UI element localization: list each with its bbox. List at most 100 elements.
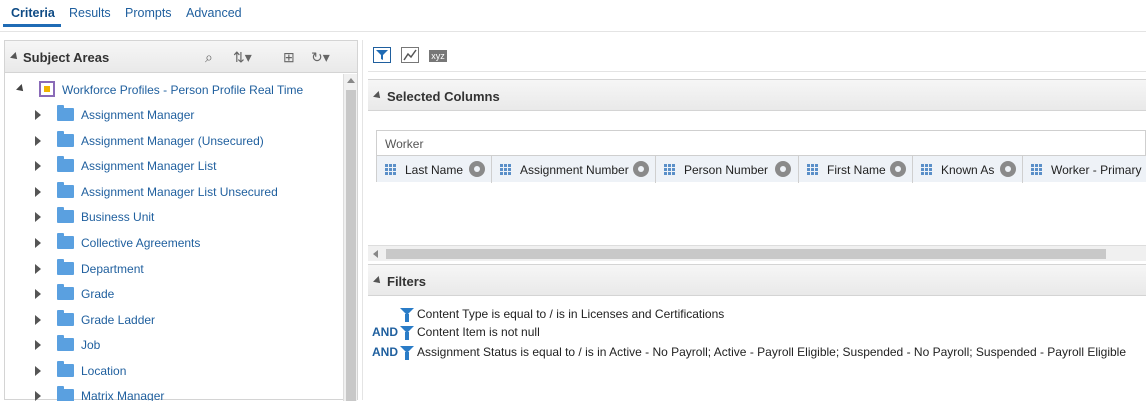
tab-prompts[interactable]: Prompts <box>125 6 172 20</box>
collapse-root-icon[interactable] <box>16 84 26 94</box>
folder-icon <box>57 361 74 377</box>
columns-horizontal-scrollbar[interactable] <box>368 245 1146 261</box>
column-row: Last Name Assignment Number Person Numbe… <box>377 155 1146 183</box>
expand-icon[interactable] <box>35 340 41 350</box>
folder-icon <box>57 131 74 147</box>
expand-icon[interactable] <box>35 289 41 299</box>
refresh-icon[interactable]: ↻▾ <box>311 49 330 66</box>
scroll-left-icon[interactable] <box>373 250 378 258</box>
column-icon <box>807 164 818 175</box>
gear-icon[interactable] <box>775 161 791 177</box>
collapse-subject-areas-icon[interactable] <box>10 52 20 62</box>
worker-column-group: Worker Last Name Assignment Number Perso… <box>376 130 1146 183</box>
tree-item-label: Grade <box>81 287 115 301</box>
gear-icon[interactable] <box>633 161 649 177</box>
column-icon <box>500 164 511 175</box>
tree-item-label: Department <box>81 262 144 276</box>
subject-areas-title: Subject Areas <box>23 50 110 65</box>
tree-item-label: Grade Ladder <box>81 313 156 327</box>
filter-icon[interactable] <box>373 47 391 63</box>
tree-item-label: Assignment Manager List Unsecured <box>81 185 278 199</box>
expand-icon[interactable] <box>35 187 41 197</box>
selected-columns-area: Worker Last Name Assignment Number Perso… <box>368 113 1146 261</box>
folder-icon <box>57 105 74 121</box>
filter-conjunction[interactable]: AND <box>372 325 398 339</box>
scroll-up-icon[interactable] <box>347 78 355 83</box>
tree-item-label: Assignment Manager (Unsecured) <box>81 134 264 148</box>
collapse-filters-icon[interactable] <box>373 276 383 286</box>
tab-advanced[interactable]: Advanced <box>186 6 242 20</box>
chart-edit-icon[interactable] <box>401 47 419 63</box>
filter-icon[interactable] <box>400 308 414 322</box>
folder-icon <box>57 233 74 249</box>
panel-divider[interactable] <box>362 40 363 400</box>
folder-icon <box>57 182 74 198</box>
filter-conjunction[interactable]: AND <box>372 345 398 359</box>
expand-icon[interactable] <box>35 161 41 171</box>
column-label: Last Name <box>405 163 464 177</box>
tree-item-label: Matrix Manager <box>81 389 165 401</box>
column-group-label: Worker <box>385 137 424 151</box>
subject-area-icon <box>39 81 55 97</box>
subject-area-tree: Workforce Profiles - Person Profile Real… <box>5 74 343 401</box>
filter-text: Content Item is not null <box>417 325 540 339</box>
tab-results[interactable]: Results <box>69 6 111 20</box>
column-label: Assignment Number <box>520 163 629 177</box>
filter-icon[interactable] <box>400 346 414 360</box>
folder-icon <box>57 284 74 300</box>
scroll-thumb[interactable] <box>346 90 356 401</box>
tree-item-label: Location <box>81 364 127 378</box>
folder-icon <box>57 335 74 351</box>
selected-columns-header: Selected Columns <box>368 79 1146 111</box>
folder-icon <box>57 156 74 172</box>
column-icon <box>921 164 932 175</box>
search-icon[interactable]: ⌕ <box>205 49 213 66</box>
column-icon <box>385 164 396 175</box>
tree-item-label: Job <box>81 338 101 352</box>
column-label: First Name <box>827 163 886 177</box>
expand-icon[interactable] <box>35 315 41 325</box>
scroll-thumb[interactable] <box>386 249 1106 259</box>
tree-item-label: Assignment Manager <box>81 108 195 122</box>
add-subject-area-icon[interactable]: ⊞ <box>283 49 295 66</box>
column-label: Worker - Primary <box>1051 163 1142 177</box>
filters-header: Filters <box>368 264 1146 296</box>
expand-icon[interactable] <box>35 212 41 222</box>
column-known-as[interactable]: Known As <box>913 156 1023 183</box>
collapse-selected-columns-icon[interactable] <box>373 91 383 101</box>
column-worker-primary[interactable]: Worker - Primary <box>1023 156 1146 183</box>
tab-criteria[interactable]: Criteria <box>11 6 55 20</box>
gear-icon[interactable] <box>1000 161 1016 177</box>
column-last-name[interactable]: Last Name <box>377 156 492 183</box>
filter-icon[interactable] <box>400 326 414 340</box>
folder-icon <box>57 207 74 223</box>
column-assignment-number[interactable]: Assignment Number <box>492 156 656 183</box>
selected-columns-title: Selected Columns <box>387 89 500 104</box>
filter-text: Content Type is equal to / is in License… <box>417 307 725 321</box>
expand-icon[interactable] <box>35 110 41 120</box>
expand-icon[interactable] <box>35 366 41 376</box>
criteria-toolbar: xyz <box>368 40 1146 72</box>
xyz-icon[interactable]: xyz <box>429 50 447 62</box>
folder-icon <box>57 310 74 326</box>
sort-icon[interactable]: ⇅▾ <box>233 49 252 66</box>
subject-areas-header: Subject Areas ⌕ ⇅▾ ⊞ ↻▾ <box>5 41 357 73</box>
column-icon <box>664 164 675 175</box>
expand-icon[interactable] <box>35 136 41 146</box>
column-first-name[interactable]: First Name <box>799 156 913 183</box>
tree-item-label: Business Unit <box>81 210 155 224</box>
gear-icon[interactable] <box>469 161 485 177</box>
column-label: Known As <box>941 163 995 177</box>
filters-title: Filters <box>387 274 427 289</box>
column-icon <box>1031 164 1042 175</box>
folder-icon <box>57 386 74 401</box>
expand-icon[interactable] <box>35 238 41 248</box>
column-person-number[interactable]: Person Number <box>656 156 799 183</box>
active-tab-indicator <box>3 24 61 27</box>
expand-icon[interactable] <box>35 264 41 274</box>
tree-vertical-scrollbar[interactable] <box>343 74 357 401</box>
filter-text: Assignment Status is equal to / is in Ac… <box>417 345 1127 359</box>
gear-icon[interactable] <box>890 161 906 177</box>
tab-bar: Criteria Results Prompts Advanced <box>0 0 1146 32</box>
tree-item-label: Assignment Manager List <box>81 159 217 173</box>
